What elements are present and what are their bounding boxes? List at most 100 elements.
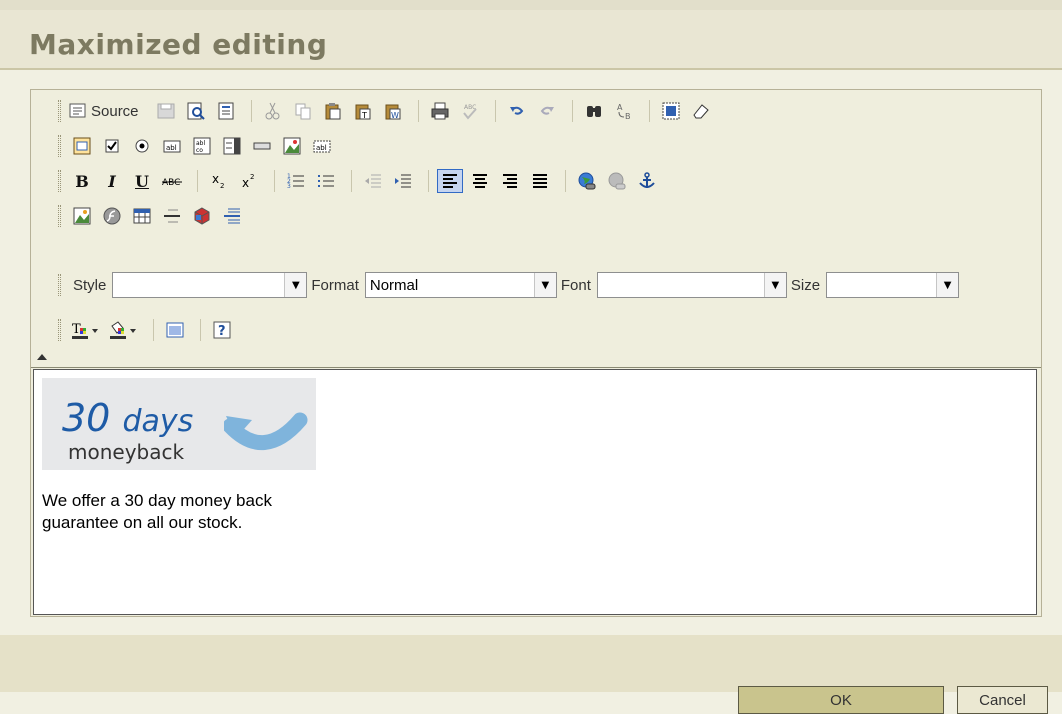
body-line: We offer a 30 day money back <box>42 491 272 510</box>
subscript-icon: x2 <box>212 172 224 190</box>
save-button[interactable] <box>153 99 179 123</box>
superscript-button[interactable]: x2 <box>236 169 262 193</box>
templates-button[interactable] <box>213 99 239 123</box>
toolbar-grip[interactable] <box>58 170 61 192</box>
svg-text:x: x <box>212 172 219 186</box>
font-label: Font <box>560 276 591 294</box>
redo-button[interactable] <box>534 99 560 123</box>
anchor-button[interactable] <box>634 169 660 193</box>
svg-text:B: B <box>625 112 631 121</box>
chevron-down-icon[interactable]: ▼ <box>936 273 959 297</box>
toolbar-grip[interactable] <box>58 319 61 341</box>
strikethrough-button[interactable]: ABC <box>159 169 185 193</box>
preview-icon <box>187 102 205 120</box>
remove-format-button[interactable] <box>688 99 714 123</box>
cancel-button[interactable]: Cancel <box>957 686 1048 714</box>
page-break-button[interactable] <box>219 204 245 228</box>
align-right-button[interactable] <box>497 169 523 193</box>
smiley-button[interactable] <box>189 204 215 228</box>
form-button[interactable] <box>69 134 95 158</box>
scissors-icon <box>265 102 280 120</box>
anchor-icon <box>639 172 655 188</box>
textarea-icon: ablco <box>193 137 211 155</box>
print-button[interactable] <box>427 99 453 123</box>
chevron-down-icon[interactable]: ▼ <box>284 273 307 297</box>
font-dropdown[interactable]: ▼ <box>596 272 787 298</box>
radio-button[interactable] <box>129 134 155 158</box>
justify-button[interactable] <box>527 169 553 193</box>
align-center-button[interactable] <box>467 169 493 193</box>
svg-text:2: 2 <box>220 182 224 190</box>
paste-button[interactable] <box>320 99 346 123</box>
italic-icon: I <box>108 171 116 191</box>
underline-button[interactable]: U <box>129 169 155 193</box>
paste-text-button[interactable]: T <box>350 99 376 123</box>
underline-icon: U <box>135 171 149 191</box>
hidden-field-button[interactable]: abl <box>309 134 335 158</box>
collapse-toolbar-icon[interactable] <box>37 354 47 360</box>
svg-text:ABC: ABC <box>162 178 180 188</box>
bulleted-list-button[interactable] <box>313 169 339 193</box>
bold-button[interactable]: B <box>69 169 95 193</box>
cut-button[interactable] <box>260 99 286 123</box>
format-label: Format <box>311 276 359 294</box>
select-all-button[interactable] <box>658 99 684 123</box>
replace-button[interactable]: AB <box>611 99 637 123</box>
maximize-icon <box>166 322 184 338</box>
paste-word-button[interactable]: W <box>380 99 406 123</box>
svg-text:2: 2 <box>250 173 254 181</box>
image-button-button[interactable] <box>279 134 305 158</box>
table-button[interactable] <box>129 204 155 228</box>
toolbar-separator <box>197 170 198 192</box>
align-center-icon <box>473 174 487 188</box>
link-button[interactable] <box>574 169 600 193</box>
image-button-icon <box>283 137 301 155</box>
toolbar-separator <box>351 170 352 192</box>
chevron-down-icon[interactable]: ▼ <box>533 273 556 297</box>
editor-content-area[interactable]: 30 days moneyback We offer a 30 day mone… <box>33 369 1037 615</box>
background-color-button[interactable] <box>107 318 141 342</box>
paste-text-icon: T <box>355 104 371 120</box>
about-button[interactable]: ? <box>209 318 235 342</box>
dialog-titlebar[interactable]: Maximized editing <box>0 10 1062 70</box>
style-dropdown[interactable]: ▼ <box>112 272 308 298</box>
numbered-list-button[interactable]: 123 <box>283 169 309 193</box>
select-field-button[interactable] <box>219 134 245 158</box>
toolbar-grip[interactable] <box>58 205 61 227</box>
increase-indent-button[interactable] <box>390 169 416 193</box>
svg-text:A: A <box>617 103 623 112</box>
maximize-button[interactable] <box>162 318 188 342</box>
templates-icon <box>218 102 234 120</box>
toolbar-grip[interactable] <box>58 274 61 296</box>
flash-button[interactable] <box>99 204 125 228</box>
button-field-button[interactable] <box>249 134 275 158</box>
toolbar-row-6: T ? <box>58 315 239 345</box>
checkbox-button[interactable] <box>99 134 125 158</box>
align-left-button[interactable] <box>437 169 463 193</box>
decrease-indent-button[interactable] <box>360 169 386 193</box>
paste-word-icon: W <box>385 104 401 120</box>
format-dropdown[interactable]: Normal ▼ <box>364 272 557 298</box>
text-color-button[interactable]: T <box>69 318 103 342</box>
curved-arrow-icon <box>224 412 308 450</box>
text-field-button[interactable]: abl <box>159 134 185 158</box>
find-button[interactable] <box>581 99 607 123</box>
size-dropdown[interactable]: ▼ <box>826 272 960 298</box>
undo-button[interactable] <box>504 99 530 123</box>
image-button[interactable] <box>69 204 95 228</box>
replace-icon: AB <box>617 103 631 121</box>
spellcheck-button[interactable]: ABC <box>457 99 483 123</box>
ok-button[interactable]: OK <box>738 686 944 714</box>
toolbar-grip[interactable] <box>58 100 61 122</box>
subscript-button[interactable]: x2 <box>206 169 232 193</box>
copy-button[interactable] <box>290 99 316 123</box>
toolbar-grip[interactable] <box>58 135 61 157</box>
unlink-button[interactable] <box>604 169 630 193</box>
source-button[interactable]: Source <box>69 99 145 123</box>
chevron-down-icon[interactable]: ▼ <box>763 273 786 297</box>
undo-icon <box>509 106 523 115</box>
horizontal-rule-button[interactable] <box>159 204 185 228</box>
preview-button[interactable] <box>183 99 209 123</box>
italic-button[interactable]: I <box>99 169 125 193</box>
textarea-button[interactable]: abl co <box>189 134 215 158</box>
